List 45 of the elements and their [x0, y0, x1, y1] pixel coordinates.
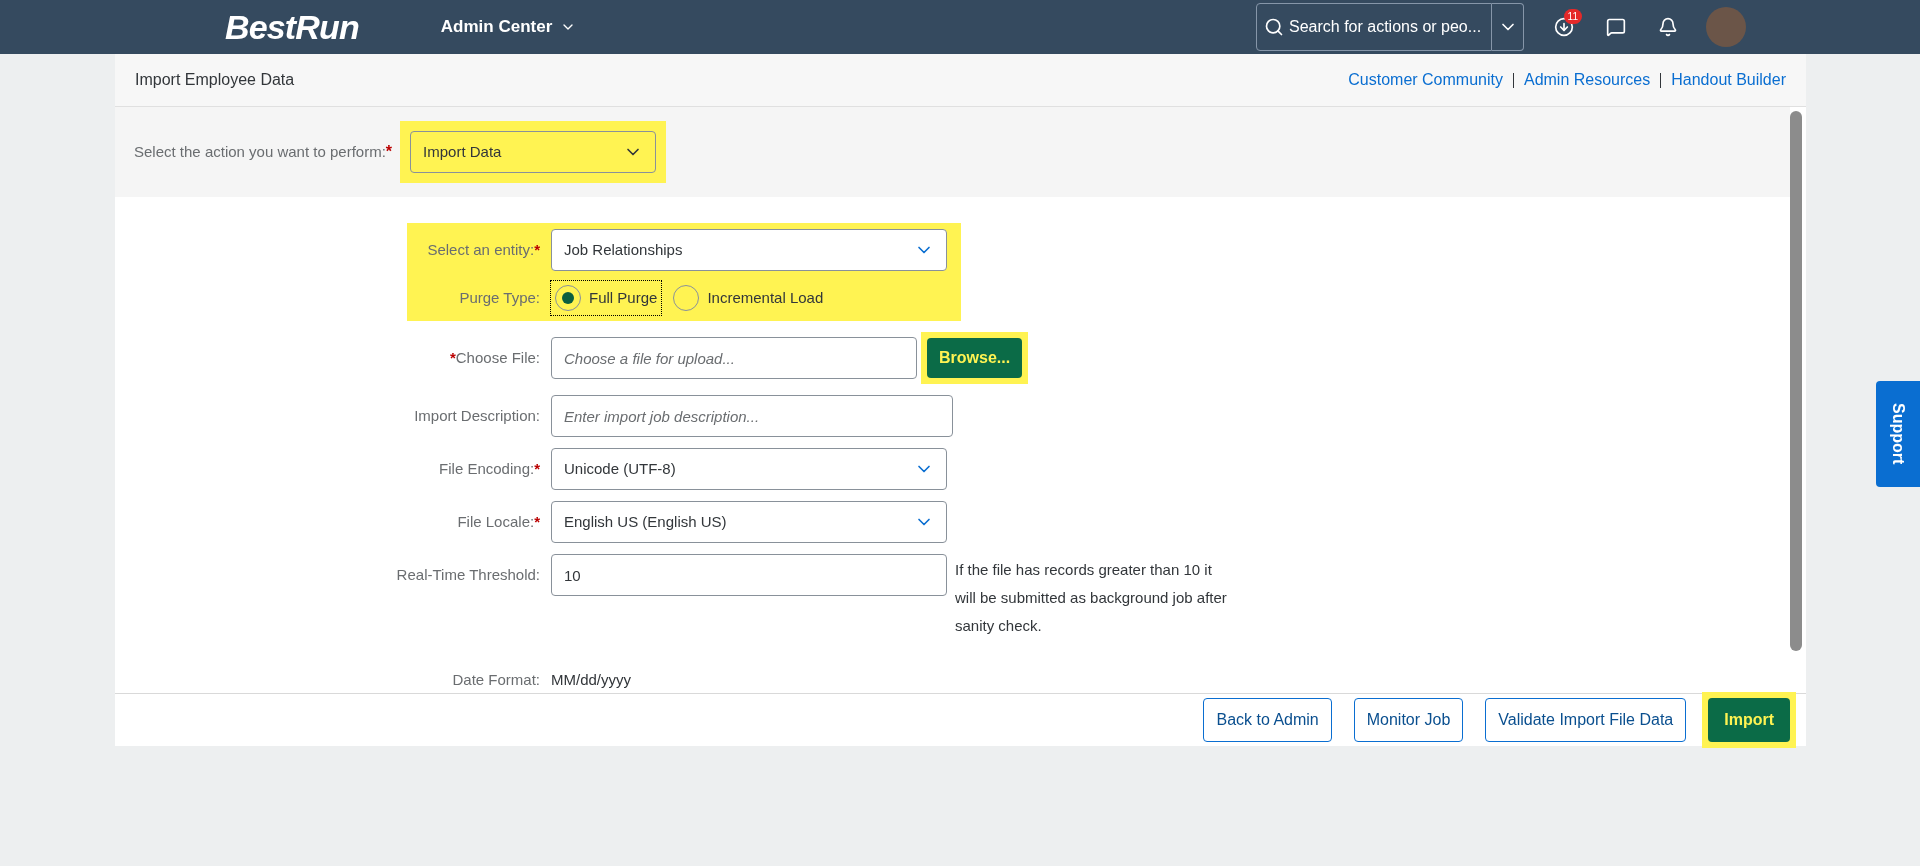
dropdown-field[interactable]: Unicode (UTF-8): [551, 448, 947, 490]
page-title: Import Employee Data: [135, 70, 295, 90]
field-label: Real-Time Threshold:: [396, 565, 540, 585]
footer-button[interactable]: Monitor Job: [1353, 698, 1464, 742]
scrollbar-thumb[interactable]: [1790, 111, 1802, 651]
action-label: Select the action you want to perform:: [134, 141, 386, 162]
footer-button[interactable]: Validate Import File Data: [1485, 698, 1687, 742]
field-label: File Encoding:: [439, 458, 535, 479]
field-label: Select an entity:: [427, 239, 535, 260]
search-field[interactable]: Search for actions or peo...: [1256, 3, 1492, 51]
admin-center-menu[interactable]: Admin Center: [440, 14, 577, 40]
field-label: Date Format:: [452, 670, 540, 690]
support-tab[interactable]: Support: [1876, 381, 1920, 487]
search-dropdown-button[interactable]: [1492, 3, 1524, 51]
field-label: Choose File:: [455, 347, 540, 368]
threshold-note: If the file has records greater than 10 it will be submitted as background job after sanity check.: [955, 560, 1228, 636]
field-label: Import Description:: [414, 405, 540, 426]
browse-button[interactable]: Browse...: [927, 338, 1023, 378]
notifications-button[interactable]: 11: [1546, 9, 1582, 45]
required-asterisk: *: [534, 458, 540, 479]
bell-icon: [1658, 17, 1678, 37]
field-label: File Locale:: [457, 511, 535, 532]
required-asterisk: *: [534, 511, 540, 532]
text-input-field[interactable]: 10: [551, 554, 947, 596]
action-dropdown[interactable]: Import Data: [410, 131, 657, 173]
dropdown-field[interactable]: English US (English US): [551, 501, 947, 543]
logo: BestRun: [225, 6, 359, 48]
search-icon: [1264, 17, 1284, 37]
field-label: Purge Type:: [459, 287, 540, 308]
required-asterisk: *: [449, 347, 456, 368]
radio-option[interactable]: Incremental Load: [669, 281, 828, 315]
header-link[interactable]: Customer Community: [1348, 68, 1503, 92]
header-link[interactable]: Handout Builder: [1671, 68, 1786, 92]
chat-icon: [1606, 17, 1626, 37]
required-asterisk: *: [534, 239, 540, 260]
dropdown-field[interactable]: Job Relationships: [551, 229, 947, 271]
import-button[interactable]: Import: [1708, 698, 1790, 742]
date-format-value: MM/dd/yyyy: [551, 670, 631, 690]
radio-option[interactable]: Full Purge: [551, 281, 662, 315]
text-input-field[interactable]: Enter import job description...: [551, 395, 953, 437]
header-link[interactable]: Admin Resources: [1523, 68, 1651, 92]
footer-button[interactable]: Back to Admin: [1203, 698, 1332, 742]
file-input-field[interactable]: Choose a file for upload...: [551, 337, 917, 379]
notification-badge: 11: [1563, 9, 1582, 24]
required-asterisk: *: [385, 142, 393, 162]
